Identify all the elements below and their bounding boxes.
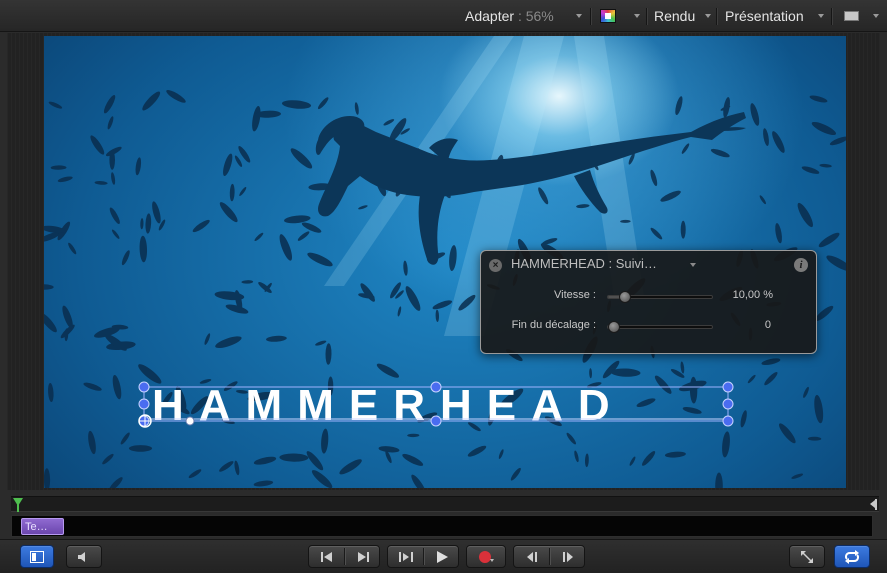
offset-end-slider[interactable] <box>607 321 713 333</box>
record-button[interactable] <box>466 545 506 568</box>
render-menu[interactable]: Rendu <box>654 0 695 32</box>
loop-button[interactable] <box>834 545 870 568</box>
text-clip[interactable]: Te… <box>21 518 64 535</box>
out-point-marker-icon[interactable] <box>870 499 877 510</box>
zoom-chevron-down-icon[interactable] <box>576 14 582 18</box>
speed-slider-knob[interactable] <box>619 291 632 303</box>
zoom-menu[interactable]: Adapter : 56% <box>465 0 554 32</box>
go-to-start-icon[interactable] <box>309 546 345 567</box>
frame-step-button-group <box>513 545 585 568</box>
resize-handle-bottom[interactable] <box>430 415 442 427</box>
presentation-chevron-down-icon[interactable] <box>818 14 824 18</box>
playhead-line <box>17 504 19 512</box>
toggle-inspector-button[interactable] <box>20 545 54 568</box>
presentation-menu[interactable]: Présentation <box>725 0 804 32</box>
playback-button-group <box>387 545 459 568</box>
timeline-ruler[interactable] <box>11 496 879 512</box>
transport-bar <box>0 539 887 573</box>
timeline-track[interactable]: Te… <box>11 515 873 537</box>
audio-button[interactable] <box>66 545 102 568</box>
audio-icon <box>67 546 101 567</box>
next-frame-icon[interactable] <box>550 546 586 567</box>
offset-end-slider-knob[interactable] <box>608 321 620 333</box>
hammerhead-title-text[interactable]: HAMMERHEAD <box>152 381 625 430</box>
tracking-point-handle[interactable] <box>185 416 195 426</box>
hud-title[interactable]: HAMMERHEAD : Suivi… <box>511 256 657 271</box>
toggle-inspector-icon <box>21 546 53 567</box>
speed-slider[interactable] <box>607 291 713 303</box>
viewer-toolbar: Adapter : 56% Rendu Présentation <box>0 0 887 32</box>
close-icon[interactable]: × <box>489 259 502 272</box>
toolbar-divider <box>716 8 717 25</box>
play-range-icon[interactable] <box>388 546 424 567</box>
go-to-end-icon[interactable] <box>345 546 381 567</box>
channels-chevron-down-icon[interactable] <box>634 14 640 18</box>
toolbar-divider <box>831 8 832 25</box>
speed-label: Vitesse : <box>554 289 596 301</box>
hud-chevron-down-icon[interactable] <box>690 263 696 267</box>
resize-handle-bottom-right[interactable] <box>722 415 734 427</box>
resize-handle-top[interactable] <box>430 381 442 393</box>
zoom-value: : 56% <box>517 8 554 24</box>
anchor-point-icon[interactable] <box>138 414 152 428</box>
play-icon[interactable] <box>424 546 460 567</box>
resize-handle-top-right[interactable] <box>722 381 734 393</box>
hud-panel[interactable]: × HAMMERHEAD : Suivi… i Vitesse : 10,00 … <box>480 250 817 354</box>
offset-end-label: Fin du décalage : <box>511 319 596 331</box>
fullscreen-button[interactable] <box>789 545 825 568</box>
view-layout-icon[interactable] <box>844 11 859 21</box>
resize-handle-top-left[interactable] <box>138 381 150 393</box>
fit-label: Adapter <box>465 8 515 24</box>
loop-icon <box>835 546 869 567</box>
layout-chevron-down-icon[interactable] <box>873 14 879 18</box>
offset-end-value[interactable]: 0 <box>701 319 771 331</box>
resize-handle-left[interactable] <box>138 398 150 410</box>
speed-value[interactable]: 10,00 % <box>703 289 773 301</box>
info-icon[interactable]: i <box>794 258 808 272</box>
toolbar-divider <box>590 8 591 25</box>
record-icon <box>467 546 505 567</box>
color-channels-icon[interactable] <box>600 9 616 23</box>
start-end-button-group <box>308 545 380 568</box>
fullscreen-icon <box>790 546 824 567</box>
render-chevron-down-icon[interactable] <box>705 14 711 18</box>
toolbar-divider <box>646 8 647 25</box>
resize-handle-right[interactable] <box>722 398 734 410</box>
previous-frame-icon[interactable] <box>514 546 550 567</box>
